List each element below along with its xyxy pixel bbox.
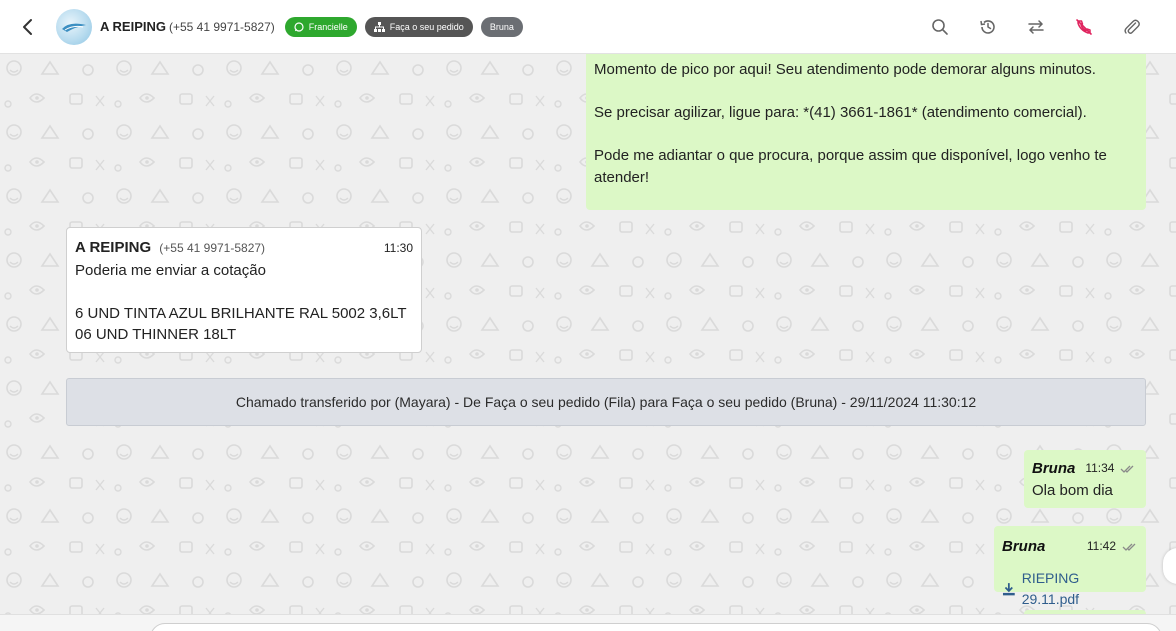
chat-header: A REIPING (+55 41 9971-5827) Francielle … — [0, 0, 1176, 54]
transfer-button[interactable] — [1012, 0, 1060, 54]
sitemap-icon — [373, 21, 385, 32]
back-button[interactable] — [0, 0, 56, 54]
sender-name[interactable]: A REIPING — [75, 239, 151, 256]
history-icon — [980, 20, 995, 34]
file-name: RIEPING 29.11.pdf — [1021, 569, 1080, 608]
whatsapp-icon — [294, 21, 304, 32]
transfer-arrows-icon — [1028, 20, 1044, 34]
message-input[interactable] — [150, 623, 1162, 631]
transfer-notice-text: Chamado transferido por (Mayara) - De Fa… — [235, 394, 977, 410]
logo-icon — [62, 23, 86, 32]
end-call-button[interactable] — [1060, 0, 1108, 54]
header-toolbar — [916, 0, 1156, 54]
contact-avatar[interactable] — [56, 8, 92, 45]
double-check-icon — [1122, 543, 1136, 551]
tag-agent[interactable]: Francielle — [284, 16, 357, 37]
agent-message[interactable]: Bruna 11:34 Ola bom dia — [1024, 450, 1146, 508]
auto-reply-message[interactable]: Momento de pico por aqui! Seu atendiment… — [586, 54, 1146, 210]
file-download-link[interactable]: RIEPING 29.11.pdf — [1002, 568, 1138, 611]
attach-button[interactable] — [1108, 0, 1156, 54]
history-button[interactable] — [964, 0, 1012, 54]
tag-agent-label: Francielle — [308, 21, 348, 32]
download-icon — [1002, 583, 1015, 596]
agent-message-text: Ola bom dia — [1032, 481, 1113, 499]
double-check-icon — [1121, 465, 1134, 473]
customer-message-text: Poderia me enviar a cotação 6 UND TINTA … — [75, 261, 407, 344]
sender-phone: (+55 41 9971-5827) — [159, 241, 266, 255]
file-message-header: Bruna 11:42 — [1002, 536, 1138, 558]
file-message[interactable]: Bruna 11:42 RIEPING 29.11.pdf — [994, 526, 1146, 607]
message-time: 11:42 — [1086, 539, 1116, 553]
auto-reply-text: Momento de pico por aqui! Seu atendiment… — [594, 61, 1107, 186]
search-icon — [932, 19, 948, 35]
search-button[interactable] — [916, 0, 964, 54]
contact-phone: (+55 41 9971-5827) — [168, 19, 275, 34]
chat-area[interactable]: Momento de pico por aqui! Seu atendiment… — [0, 54, 1176, 614]
tag-assignee[interactable]: Bruna — [480, 16, 523, 37]
message-time: 11:34 — [1085, 461, 1115, 475]
chevron-left-icon — [23, 18, 32, 35]
contact-name[interactable]: A REIPING — [100, 19, 166, 34]
tag-queue[interactable]: Faça o seu pedido — [364, 16, 473, 37]
author-name: Bruna — [1032, 460, 1076, 477]
transfer-notice: Chamado transferido por (Mayara) - De Fa… — [66, 378, 1146, 426]
tag-assignee-label: Bruna — [489, 21, 514, 32]
tag-queue-label: Faça o seu pedido — [389, 21, 464, 32]
message-time: 11:30 — [383, 241, 413, 255]
customer-message[interactable]: A REIPING (+55 41 9971-5827) 11:30 Poder… — [66, 227, 422, 353]
message-composer — [0, 614, 1176, 631]
end-call-icon — [1076, 19, 1092, 35]
agent-message-header: Bruna 11:34 — [1032, 458, 1138, 480]
customer-message-header: A REIPING (+55 41 9971-5827) 11:30 — [75, 237, 413, 260]
paperclip-icon — [1124, 19, 1140, 34]
author-name: Bruna — [1002, 538, 1046, 555]
